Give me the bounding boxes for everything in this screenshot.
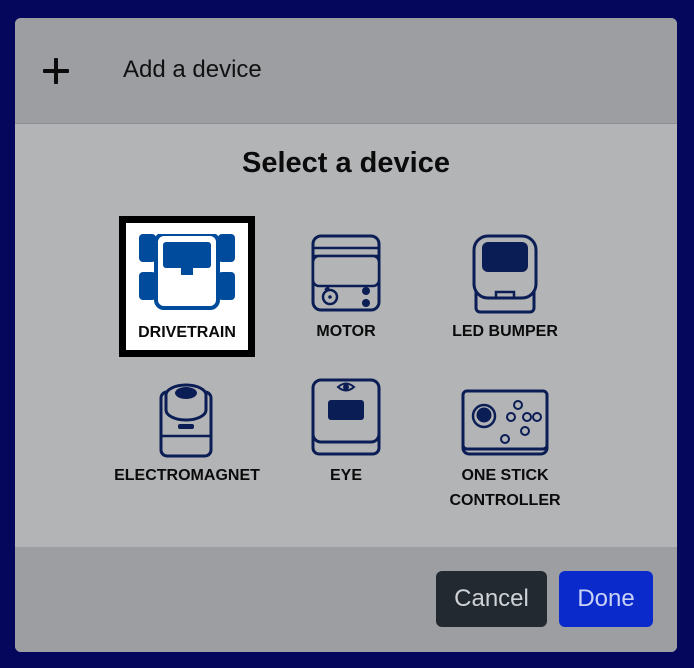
add-device-dialog: Add a device Select a device DRIVETRAIN bbox=[15, 18, 677, 652]
device-label: ELECTROMAGNET bbox=[114, 467, 260, 484]
device-eye[interactable]: EYE bbox=[287, 374, 405, 494]
device-label: ONE STICK bbox=[461, 467, 549, 484]
device-led-bumper[interactable]: LED BUMPER bbox=[445, 230, 565, 350]
electromagnet-icon bbox=[159, 383, 213, 458]
dialog-footer: Cancel Done bbox=[15, 547, 677, 652]
motor-icon bbox=[311, 234, 381, 312]
select-device-heading: Select a device bbox=[242, 147, 450, 179]
drivetrain-icon bbox=[139, 234, 235, 310]
device-label: MOTOR bbox=[316, 323, 376, 340]
controller-icon bbox=[461, 389, 549, 456]
led-bumper-icon bbox=[472, 234, 538, 314]
device-label: LED BUMPER bbox=[452, 323, 558, 340]
dialog-title: Add a device bbox=[123, 56, 262, 83]
device-drivetrain[interactable]: DRIVETRAIN bbox=[119, 216, 255, 357]
dialog-body: Select a device DRIVETRAIN MOTOR LED BUM… bbox=[15, 124, 677, 546]
device-one-stick-controller[interactable]: ONE STICK CONTROLLER bbox=[435, 374, 575, 520]
device-label: EYE bbox=[329, 467, 362, 484]
plus-icon[interactable] bbox=[41, 56, 71, 86]
eye-sensor-icon bbox=[311, 378, 381, 456]
cancel-button[interactable]: Cancel bbox=[436, 571, 547, 627]
done-button[interactable]: Done bbox=[559, 571, 653, 627]
dialog-header: Add a device bbox=[15, 18, 677, 124]
device-electromagnet[interactable]: ELECTROMAGNET bbox=[111, 374, 263, 494]
device-label-line2: CONTROLLER bbox=[449, 492, 561, 509]
device-motor[interactable]: MOTOR bbox=[287, 230, 405, 350]
device-label: DRIVETRAIN bbox=[138, 324, 236, 341]
